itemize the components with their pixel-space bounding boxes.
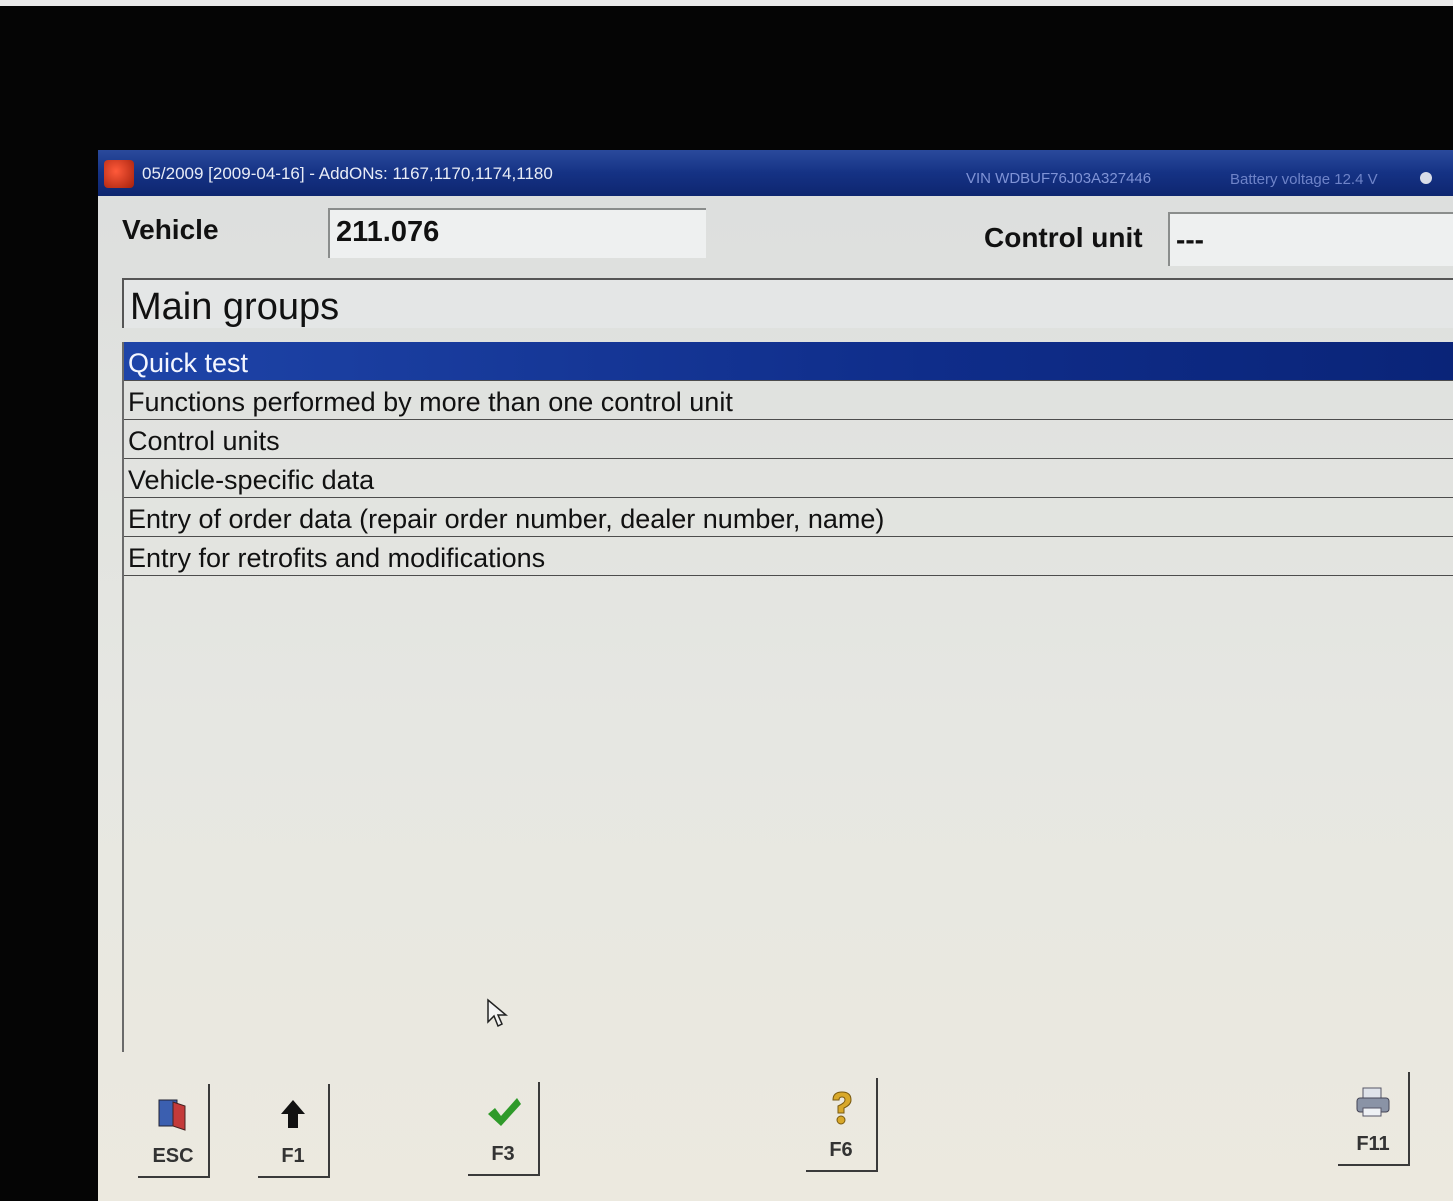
vin-display: VIN WDBUF76J03A327446 xyxy=(966,170,1152,187)
mouse-cursor-icon xyxy=(487,998,508,1028)
battery-indicator-icon xyxy=(1420,172,1432,184)
list-item-quick-test[interactable]: Quick test xyxy=(124,342,1453,381)
f3-key-button[interactable]: F3 xyxy=(468,1082,540,1176)
control-unit-field[interactable]: --- xyxy=(1168,212,1453,266)
window-title: 05/2009 [2009-04-16] - AddONs: 1167,1170… xyxy=(142,164,553,183)
diagnostic-window: 05/2009 [2009-04-16] - AddONs: 1167,1170… xyxy=(98,150,1453,1201)
f1-key-button[interactable]: F1 xyxy=(258,1084,330,1178)
f11-key-button[interactable]: F11 xyxy=(1338,1072,1410,1166)
list-item-control-units[interactable]: Control units xyxy=(124,420,1453,459)
list-item-retrofits[interactable]: Entry for retrofits and modifications xyxy=(124,537,1453,576)
f3-key-label: F3 xyxy=(491,1143,515,1165)
exit-door-icon xyxy=(138,1094,208,1134)
list-item-order-data[interactable]: Entry of order data (repair order number… xyxy=(124,498,1453,537)
esc-key-label: ESC xyxy=(152,1145,194,1167)
page-title: Main groups xyxy=(130,286,340,328)
app-logo-icon xyxy=(104,160,134,188)
battery-voltage: Battery voltage 12.4 V xyxy=(1230,171,1378,188)
list-item-multi-unit-functions[interactable]: Functions performed by more than one con… xyxy=(124,381,1453,420)
top-edge-strip xyxy=(0,0,1453,6)
main-groups-header: Main groups xyxy=(122,278,1453,328)
vehicle-label: Vehicle xyxy=(122,214,219,245)
up-arrow-icon xyxy=(258,1094,328,1134)
printer-icon xyxy=(1338,1082,1408,1122)
list-item-vehicle-data[interactable]: Vehicle-specific data xyxy=(124,459,1453,498)
f11-key-label: F11 xyxy=(1356,1133,1390,1155)
vehicle-field[interactable]: 211.076 xyxy=(328,208,706,258)
title-bar: 05/2009 [2009-04-16] - AddONs: 1167,1170… xyxy=(98,150,1453,196)
main-groups-list: Quick test Functions performed by more t… xyxy=(122,342,1453,1052)
esc-key-button[interactable]: ESC xyxy=(138,1084,210,1178)
control-unit-label: Control unit xyxy=(984,222,1143,253)
f6-key-label: F6 xyxy=(829,1139,853,1161)
f1-key-label: F1 xyxy=(281,1145,305,1167)
help-question-icon xyxy=(806,1088,876,1128)
checkmark-icon xyxy=(468,1092,538,1132)
f6-key-button[interactable]: F6 xyxy=(806,1078,878,1172)
